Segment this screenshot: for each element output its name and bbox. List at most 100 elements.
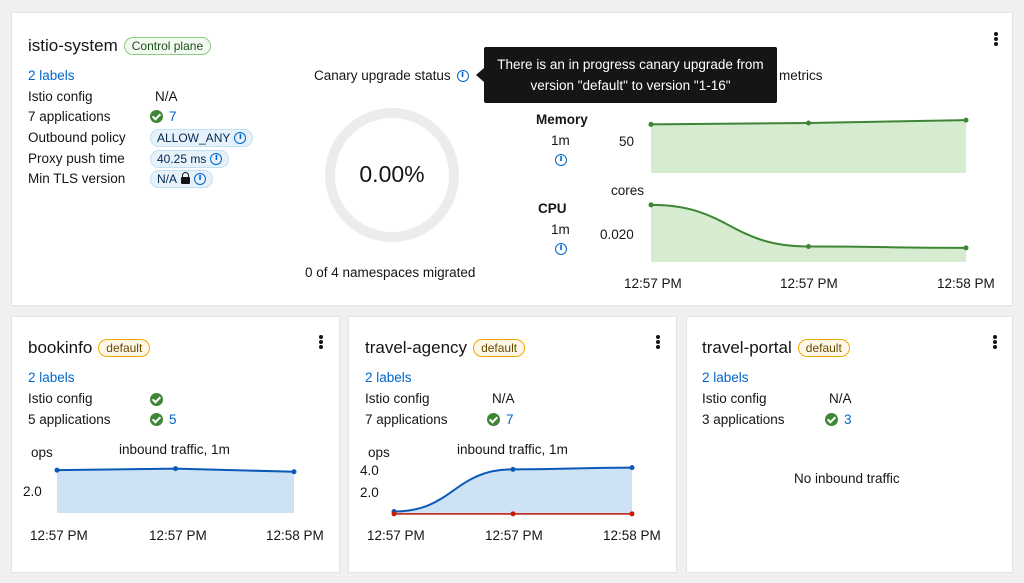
- namespace-card-travel-agency: travel-agency default 2 labels Istio con…: [348, 316, 677, 573]
- error-point-3: [629, 511, 635, 517]
- chart-title: inbound traffic, 1m: [119, 442, 230, 457]
- applications-value[interactable]: 3: [825, 412, 852, 427]
- namespace-name: travel-agency: [365, 338, 468, 357]
- chart-point-2: [806, 243, 811, 249]
- chart-point-1: [648, 202, 654, 208]
- outbound-policy-text: ALLOW_ANY: [157, 131, 231, 145]
- labels-link[interactable]: 2 labels: [702, 370, 749, 385]
- namespace-card-travel-portal: travel-portal default 2 labels Istio con…: [686, 316, 1013, 573]
- labels-link[interactable]: 2 labels: [365, 370, 412, 385]
- kebab-menu-icon[interactable]: [989, 334, 1001, 352]
- labels-link[interactable]: 2 labels: [28, 370, 75, 385]
- chart-area: [651, 120, 966, 173]
- canary-percent: 0.00%: [359, 161, 425, 187]
- check-circle-icon: [150, 393, 163, 406]
- chart-point-3: [963, 117, 969, 123]
- x-tick-1: 12:57 PM: [367, 528, 425, 543]
- istio-config-value: N/A: [492, 391, 515, 406]
- metrics-x-tick-1: 12:57 PM: [624, 276, 682, 291]
- metrics-title-fragment: metrics: [779, 68, 823, 83]
- card-title: istio-system Control plane: [28, 36, 212, 56]
- x-tick-3: 12:58 PM: [266, 528, 324, 543]
- cpu-y-tick: 0.020: [600, 227, 634, 242]
- labels-link[interactable]: 2 labels: [28, 68, 75, 83]
- namespace-name: bookinfo: [28, 338, 93, 357]
- applications-count[interactable]: 7: [506, 412, 514, 427]
- card-title: bookinfo default: [28, 338, 151, 358]
- applications-label: 3 applications: [702, 412, 785, 427]
- applications-count[interactable]: 7: [169, 109, 177, 124]
- proxy-push-text: 40.25 ms: [157, 152, 207, 166]
- kebab-menu-icon[interactable]: [990, 31, 1002, 49]
- check-circle-icon: [150, 110, 163, 123]
- control-plane-badge: Control plane: [123, 37, 212, 55]
- card-title: travel-agency default: [365, 338, 526, 358]
- x-tick-2: 12:57 PM: [485, 528, 543, 543]
- kebab-menu-icon[interactable]: [652, 334, 664, 352]
- inbound-traffic-chart: [391, 465, 635, 517]
- no-inbound-traffic: No inbound traffic: [794, 471, 900, 486]
- cpu-chart: [648, 202, 969, 262]
- applications-value[interactable]: 5: [150, 412, 177, 427]
- istio-config-value: N/A: [829, 391, 852, 406]
- min-tls-label: Min TLS version: [28, 171, 126, 186]
- error-point-1: [391, 511, 397, 517]
- applications-count[interactable]: 5: [169, 412, 177, 427]
- x-tick-2: 12:57 PM: [149, 528, 207, 543]
- chart-ylabel: ops: [368, 445, 390, 460]
- min-tls-pill: N/A i: [150, 170, 214, 188]
- card-title: travel-portal default: [702, 338, 850, 358]
- istio-config-label: Istio config: [365, 391, 430, 406]
- canary-info-icon[interactable]: i: [456, 69, 469, 82]
- chart-point-3: [629, 465, 635, 471]
- chart-y-tick: 2.0: [23, 484, 42, 499]
- check-circle-icon: [825, 413, 838, 426]
- inbound-traffic-chart: [54, 466, 297, 513]
- metrics-x-tick-3: 12:58 PM: [937, 276, 995, 291]
- info-icon[interactable]: i: [234, 132, 247, 144]
- cpu-unit: cores: [611, 183, 645, 198]
- cpu-label: CPU: [538, 201, 567, 216]
- canary-tooltip: There is an in progress canary upgrade f…: [476, 47, 777, 103]
- chart-area: [394, 467, 632, 515]
- check-circle-icon: [487, 413, 500, 426]
- chart-point-2: [510, 466, 516, 472]
- outbound-policy-pill: ALLOW_ANY i: [150, 129, 254, 147]
- proxy-push-pill: 40.25 ms i: [150, 150, 230, 168]
- revision-badge: default: [473, 339, 526, 357]
- istio-config-label: Istio config: [28, 89, 93, 104]
- chart-area: [57, 468, 294, 513]
- chart-y-tick-2: 2.0: [360, 485, 379, 500]
- applications-label: 5 applications: [28, 412, 111, 427]
- chart-point-3: [963, 245, 969, 251]
- kebab-menu-icon[interactable]: [315, 334, 327, 352]
- chart-y-tick-1: 4.0: [360, 463, 379, 478]
- chart-point-3: [291, 469, 297, 475]
- chart-ylabel: ops: [31, 445, 53, 460]
- applications-value[interactable]: 7: [487, 412, 514, 427]
- cpu-interval: 1m: [551, 222, 570, 237]
- chart-point-1: [648, 121, 654, 127]
- min-tls-text: N/A: [157, 172, 178, 186]
- proxy-push-value: 40.25 ms i: [150, 150, 230, 168]
- error-point-2: [510, 511, 516, 517]
- memory-label: Memory: [536, 112, 588, 127]
- memory-chart: [648, 117, 969, 173]
- applications-label: 7 applications: [365, 412, 448, 427]
- applications-value[interactable]: 7: [150, 109, 177, 124]
- chart-point-1: [54, 467, 60, 473]
- chart-area: [651, 204, 966, 262]
- memory-y-tick: 50: [619, 134, 635, 149]
- info-icon[interactable]: i: [210, 153, 223, 165]
- outbound-policy-value: ALLOW_ANY i: [150, 129, 254, 147]
- chart-title: inbound traffic, 1m: [457, 442, 568, 457]
- memory-info-icon[interactable]: i: [555, 154, 567, 166]
- tooltip-line-1: There is an in progress canary upgrade f…: [497, 57, 764, 72]
- lock-icon: [181, 172, 191, 184]
- namespace-card-bookinfo: bookinfo default 2 labels Istio config 5…: [11, 316, 340, 573]
- applications-count[interactable]: 3: [844, 412, 852, 427]
- chart-point-2: [173, 466, 178, 472]
- cpu-info-icon[interactable]: i: [555, 243, 567, 255]
- info-icon[interactable]: i: [194, 173, 207, 185]
- memory-interval: 1m: [551, 133, 570, 148]
